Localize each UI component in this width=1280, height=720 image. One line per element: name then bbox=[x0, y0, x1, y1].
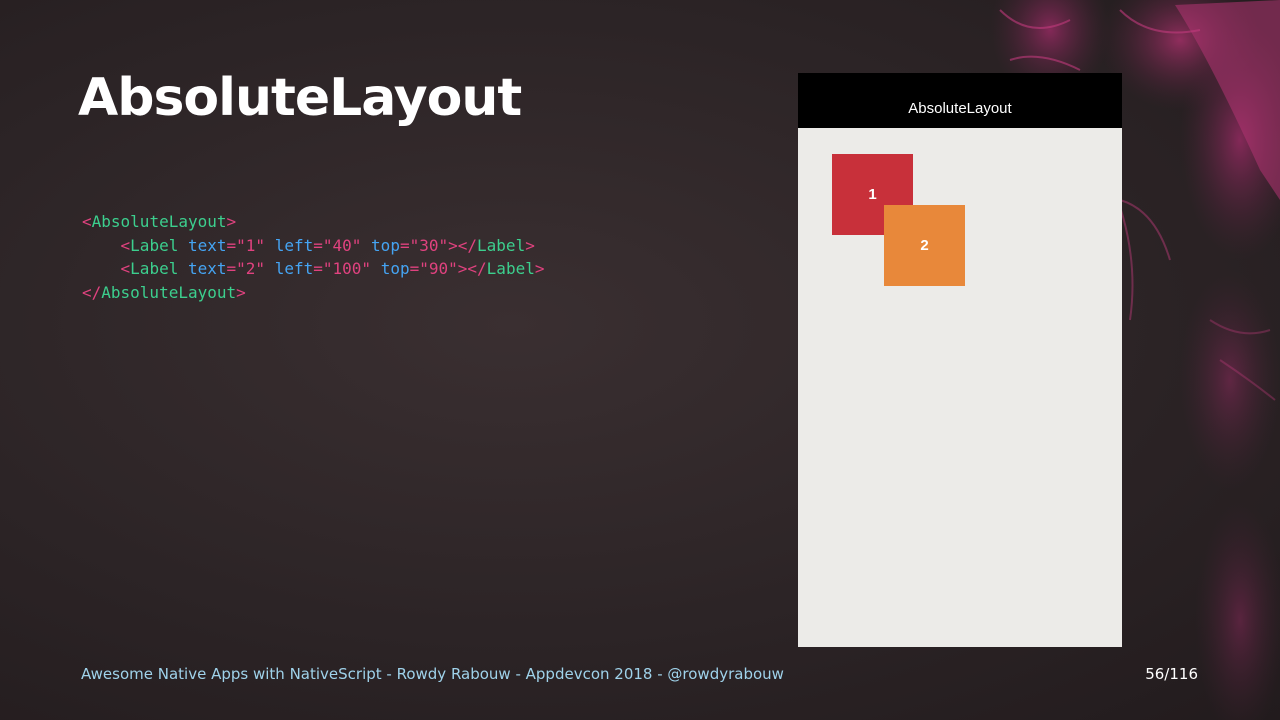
code-attr-top: top bbox=[380, 259, 410, 278]
code-line-3: <Label text="2" left="100" top="90"></La… bbox=[120, 259, 545, 278]
code-tag-absolutelayout-open: AbsoluteLayout bbox=[91, 212, 227, 231]
code-attr-text: text bbox=[187, 259, 227, 278]
code-line-1: <AbsoluteLayout> bbox=[82, 212, 237, 231]
action-bar: AbsoluteLayout bbox=[798, 73, 1122, 128]
code-attr-text: text bbox=[187, 235, 227, 255]
page-number: 56/116 bbox=[1145, 665, 1198, 683]
code-value-top: "90" bbox=[419, 259, 458, 278]
code-snippet: <AbsoluteLayout> <Label text="1" left="4… bbox=[82, 210, 544, 304]
footer-text: Awesome Native Apps with NativeScript - … bbox=[81, 665, 784, 683]
code-value-text: "2" bbox=[236, 259, 266, 278]
code-line-2: <Label text="1" left="40" top="30"></Lab… bbox=[120, 235, 535, 255]
code-attr-left: left bbox=[274, 259, 314, 278]
slide-title: AbsoluteLayout bbox=[78, 68, 522, 128]
label-2: 2 bbox=[884, 205, 965, 286]
code-tag-absolutelayout-close: AbsoluteLayout bbox=[101, 282, 237, 302]
code-value-text: "1" bbox=[236, 235, 266, 255]
code-tag-label-close: Label bbox=[477, 235, 526, 255]
code-tag-label-close: Label bbox=[486, 259, 535, 278]
code-line-4: </AbsoluteLayout> bbox=[82, 282, 246, 302]
code-tag-label: Label bbox=[130, 235, 179, 255]
code-value-left: "100" bbox=[322, 259, 372, 278]
action-bar-title: AbsoluteLayout bbox=[908, 100, 1012, 117]
code-tag-label: Label bbox=[130, 259, 179, 278]
code-attr-left: left bbox=[274, 235, 314, 255]
code-value-left: "40" bbox=[322, 235, 362, 255]
code-attr-top: top bbox=[371, 235, 400, 255]
code-value-top: "30" bbox=[409, 235, 449, 255]
absolute-layout-area: 1 2 bbox=[798, 128, 1122, 647]
phone-preview: AbsoluteLayout 1 2 bbox=[798, 73, 1122, 647]
